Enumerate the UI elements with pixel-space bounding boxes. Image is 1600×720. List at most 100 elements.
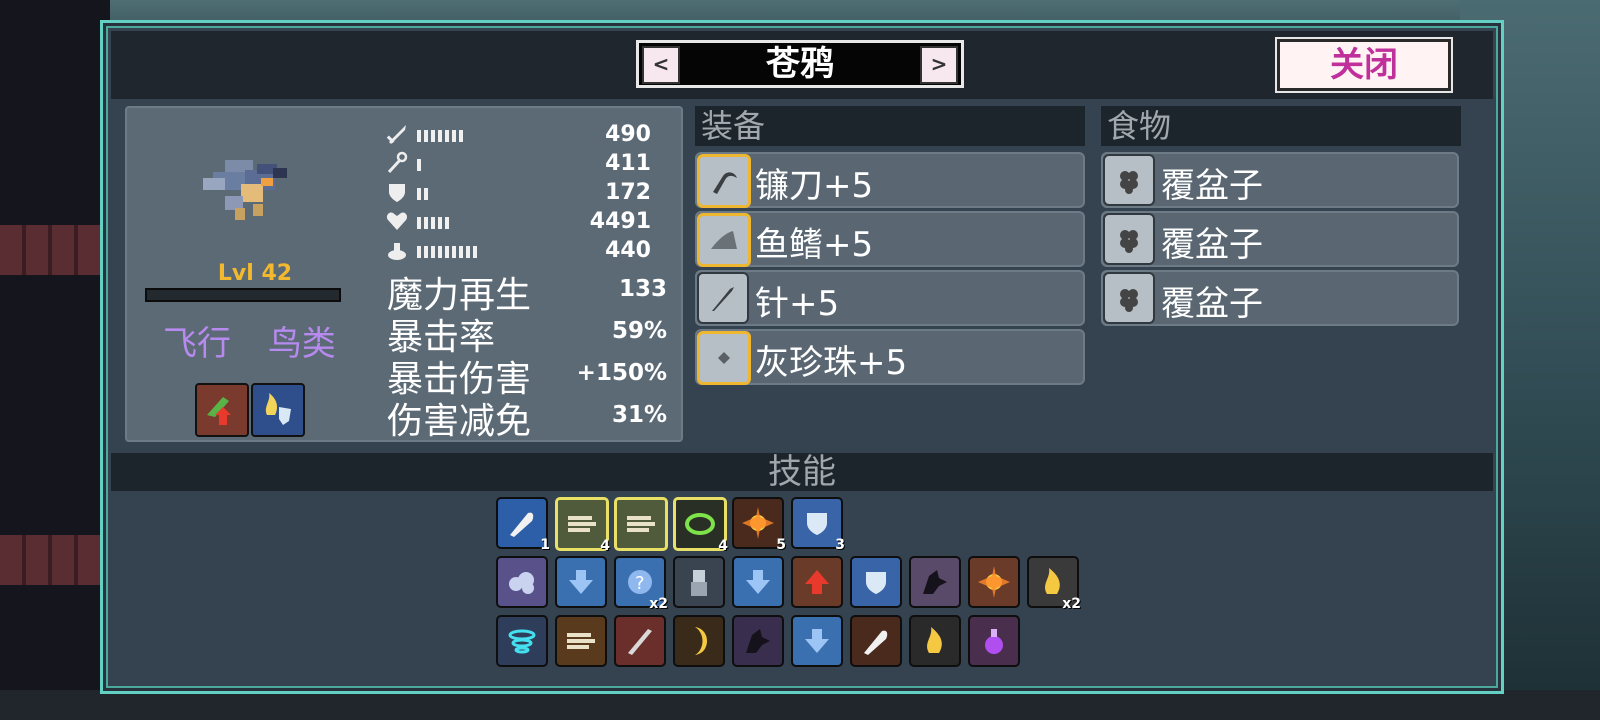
stat-pip bbox=[431, 130, 435, 142]
leaf-up-arrow-icon[interactable] bbox=[195, 383, 249, 437]
stat-pip bbox=[417, 217, 421, 229]
stat-pip bbox=[431, 246, 435, 258]
arrow-down-orb-icon[interactable] bbox=[555, 556, 607, 608]
raspberry-icon bbox=[1103, 272, 1155, 324]
wind-slash-icon[interactable]: 4 bbox=[555, 497, 610, 554]
skill-glyph bbox=[864, 630, 888, 655]
stat-pips bbox=[417, 188, 431, 200]
raspberry-icon bbox=[1103, 154, 1155, 206]
prev-character-button[interactable]: < bbox=[642, 46, 680, 84]
skill-stack-count: 1 bbox=[540, 537, 550, 553]
skill-glyph bbox=[695, 627, 707, 655]
food-slot[interactable]: 覆盆子 bbox=[1101, 270, 1459, 326]
skill-stack-count: 4 bbox=[718, 538, 728, 554]
skill-stack-count: 5 bbox=[776, 537, 786, 553]
skill-glyph bbox=[985, 629, 1003, 654]
stat-pip bbox=[459, 130, 463, 142]
stat-pip bbox=[452, 130, 456, 142]
question-orb-icon[interactable]: ? x2 bbox=[614, 556, 668, 612]
skill-glyph bbox=[1045, 568, 1060, 594]
stat-pip bbox=[424, 246, 428, 258]
frost-cloud-icon[interactable] bbox=[496, 556, 548, 608]
food-label: 覆盆子 bbox=[1161, 284, 1263, 324]
spark-shield-icon[interactable] bbox=[850, 556, 902, 608]
character-name: 苍鸦 bbox=[766, 44, 834, 84]
skill-stack-count: x2 bbox=[1062, 596, 1081, 612]
skill-glyph bbox=[978, 566, 1010, 598]
stat-pip bbox=[452, 246, 456, 258]
burst-orb-icon[interactable] bbox=[968, 556, 1020, 608]
ice-shield-icon[interactable]: 3 bbox=[791, 497, 845, 553]
food-header: 食物 bbox=[1101, 106, 1461, 146]
skill-glyph bbox=[509, 572, 534, 594]
stat-pip bbox=[424, 130, 428, 142]
stat-value: 133 bbox=[618, 276, 667, 302]
background-bricks bbox=[0, 535, 110, 585]
stat-value: 59% bbox=[611, 318, 667, 344]
explosion-icon[interactable]: 5 bbox=[732, 497, 786, 553]
skill-glyph bbox=[807, 513, 827, 535]
skill-glyph bbox=[927, 627, 942, 653]
crescent-icon[interactable] bbox=[673, 615, 725, 667]
dash-fist-icon[interactable] bbox=[555, 615, 607, 667]
stat-pip bbox=[438, 246, 442, 258]
shield-icon bbox=[389, 184, 405, 202]
fin-icon bbox=[697, 213, 751, 267]
character-panel: < 苍鸦 > 关闭 Lvl 42 飞行 鸟类 490 411 172 4491 … bbox=[100, 20, 1504, 694]
stat-value: 411 bbox=[605, 151, 651, 176]
stat-value: +150% bbox=[576, 360, 667, 386]
skill-glyph bbox=[508, 629, 536, 654]
equipment-slot[interactable]: 灰珍珠+5 bbox=[695, 329, 1085, 385]
blue-arrow-down-icon[interactable] bbox=[732, 556, 784, 608]
stat-pip bbox=[445, 246, 449, 258]
raven-icon[interactable] bbox=[909, 556, 961, 608]
stat-value: 4491 bbox=[589, 209, 651, 234]
skill-glyph bbox=[742, 507, 774, 539]
fire-dash-icon[interactable]: x2 bbox=[1027, 556, 1081, 612]
food-slot[interactable]: 覆盆子 bbox=[1101, 152, 1459, 208]
skill-glyph bbox=[628, 629, 652, 655]
stat-pips bbox=[417, 159, 424, 171]
equipment-slot[interactable]: 鱼鳍+5 bbox=[695, 211, 1085, 267]
equipment-slot[interactable]: 镰刀+5 bbox=[695, 152, 1085, 208]
food-slot[interactable]: 覆盆子 bbox=[1101, 211, 1459, 267]
close-button[interactable]: 关闭 bbox=[1277, 39, 1451, 91]
flame-a-icon[interactable] bbox=[909, 615, 961, 667]
stat-crit-rate: 暴击率 59% bbox=[387, 308, 677, 358]
stat-pip bbox=[431, 217, 435, 229]
stats-box: Lvl 42 飞行 鸟类 490 411 172 4491 440 魔力再生 1… bbox=[125, 106, 683, 442]
stat-row-defense: 172 bbox=[385, 180, 665, 206]
equipment-label: 针+5 bbox=[755, 284, 840, 324]
stat-pip bbox=[459, 246, 463, 258]
stat-row-attack: 490 bbox=[385, 122, 665, 148]
food-label: 覆盆子 bbox=[1161, 225, 1263, 265]
heart-icon bbox=[386, 212, 408, 230]
green-ring-icon[interactable]: 4 bbox=[673, 497, 728, 554]
knight-icon[interactable] bbox=[673, 556, 725, 608]
blade-icon[interactable] bbox=[614, 615, 666, 667]
raven-portrait-icon bbox=[203, 160, 287, 220]
skill-stack-count: 4 bbox=[600, 538, 610, 554]
stat-mana-regen: 魔力再生 133 bbox=[387, 266, 677, 316]
stat-damage-reduction: 伤害减免 31% bbox=[387, 392, 677, 442]
gold-feather-icon[interactable] bbox=[850, 615, 902, 667]
fire-up-arrow-icon[interactable] bbox=[791, 556, 843, 608]
sword-icon bbox=[386, 125, 406, 144]
blue-feather-icon[interactable]: 1 bbox=[496, 497, 550, 553]
flame-shield-icon[interactable] bbox=[251, 383, 305, 437]
stat-pip bbox=[445, 217, 449, 229]
skill-glyph bbox=[866, 572, 886, 594]
svg-text:?: ? bbox=[635, 573, 645, 594]
double-wind-icon[interactable] bbox=[614, 497, 668, 551]
equipment-slot[interactable]: 针+5 bbox=[695, 270, 1085, 326]
equipment-label: 鱼鳍+5 bbox=[755, 225, 874, 265]
purple-potion-icon[interactable] bbox=[968, 615, 1020, 667]
next-character-button[interactable]: > bbox=[920, 46, 958, 84]
blue-arrows-icon[interactable] bbox=[791, 615, 843, 667]
stat-pip bbox=[438, 130, 442, 142]
trait-flying: 飞行 bbox=[163, 324, 231, 364]
cyan-vortex-icon[interactable] bbox=[496, 615, 548, 667]
stat-crit-damage: 暴击伤害 +150% bbox=[387, 350, 677, 400]
wolf-howl-icon[interactable] bbox=[732, 615, 784, 667]
stat-row-speed: 440 bbox=[385, 238, 665, 264]
